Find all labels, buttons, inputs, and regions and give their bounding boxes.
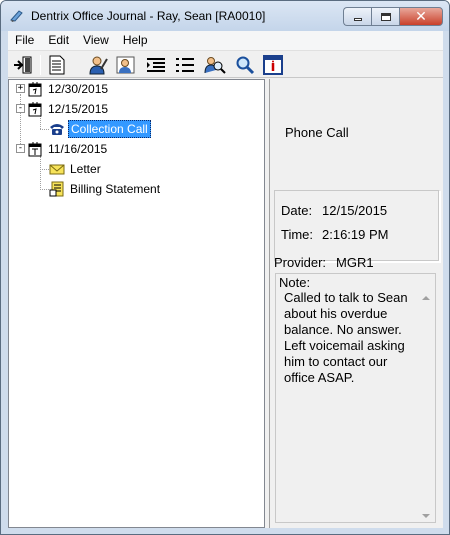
phone-icon <box>50 124 64 135</box>
document-icon <box>49 55 65 75</box>
outdent-list-button[interactable] <box>174 54 196 76</box>
find-person-button[interactable] <box>204 54 226 76</box>
person-edit-icon <box>89 56 108 75</box>
find-person-icon <box>204 57 226 74</box>
tree-connector <box>40 156 41 190</box>
statement-icon <box>49 181 64 197</box>
tree-node-date[interactable]: 12/15/2015 <box>27 100 110 118</box>
menu-view[interactable]: View <box>76 31 116 51</box>
close-icon: ✕ <box>415 8 427 25</box>
toolbar <box>8 52 443 78</box>
collapse-icon[interactable]: - <box>16 144 25 153</box>
maximize-icon <box>380 12 391 21</box>
tree-node-date[interactable]: 11/16/2015 <box>27 140 109 158</box>
tree-node-label: Letter <box>70 162 101 176</box>
tree-connector <box>40 129 49 130</box>
person-note-icon <box>116 56 135 74</box>
tree-node-label: 12/15/2015 <box>48 102 109 116</box>
tree-connector <box>40 189 49 190</box>
indent-list-button[interactable] <box>145 54 167 76</box>
time-value: 2:16:19 PM <box>322 227 389 242</box>
note-text[interactable]: Called to talk to Sean about his overdue… <box>284 290 418 386</box>
outdent-list-icon <box>176 58 194 72</box>
date-value: 12/15/2015 <box>322 203 388 218</box>
window-title: Dentrix Office Journal - Ray, Sean [RA00… <box>31 9 266 23</box>
note-label: Note: <box>279 275 311 290</box>
date-label: Date: <box>281 203 313 218</box>
provider-value: MGR1 <box>336 255 374 270</box>
detail-pane: Phone Call Date: 12/15/2015 Time: 2:16:1… <box>269 79 443 528</box>
menu-file[interactable]: File <box>8 31 41 51</box>
app-icon <box>10 10 23 22</box>
indent-list-icon <box>147 58 165 72</box>
close-button[interactable]: ✕ <box>399 7 443 26</box>
datetime-group: Date: 12/15/2015 Time: 2:16:19 PM <box>274 190 440 262</box>
person-edit-button[interactable] <box>87 54 109 76</box>
tree-node-collection-call[interactable]: Collection Call <box>49 120 151 138</box>
calendar-icon <box>28 102 42 117</box>
envelope-icon <box>49 164 65 175</box>
search-button[interactable] <box>234 54 256 76</box>
exit-button[interactable] <box>12 54 34 76</box>
tree-node-billing-statement[interactable]: Billing Statement <box>49 180 162 198</box>
note-box: Note: Called to talk to Sean about his o… <box>275 273 436 523</box>
tree-node-label: Collection Call <box>68 120 151 138</box>
info-icon <box>263 55 283 75</box>
menu-help[interactable]: Help <box>116 31 155 51</box>
minimize-icon <box>353 18 362 21</box>
collapse-icon[interactable]: - <box>16 104 25 113</box>
menu-bar: File Edit View Help <box>8 31 443 51</box>
journal-tree[interactable]: 12/30/2015 + 12/15/2015 - Collection Cal… <box>8 79 265 528</box>
document-button[interactable] <box>46 54 68 76</box>
search-icon <box>236 56 255 75</box>
maximize-button[interactable] <box>371 7 399 26</box>
tree-node-letter[interactable]: Letter <box>49 160 103 178</box>
tree-node-label: Billing Statement <box>70 182 161 196</box>
tree-node-label: 11/16/2015 <box>48 142 108 156</box>
title-bar[interactable]: Dentrix Office Journal - Ray, Sean [RA00… <box>1 1 449 31</box>
menu-edit[interactable]: Edit <box>41 31 76 51</box>
provider-label: Provider: <box>274 255 327 270</box>
scroll-up-icon[interactable] <box>422 296 430 300</box>
expand-icon[interactable]: + <box>16 84 25 93</box>
note-scrollbar[interactable] <box>418 288 435 522</box>
toolbar-separator <box>40 55 41 75</box>
client-area: File Edit View Help 12/30/2015 + 12/15/2… <box>8 31 443 528</box>
tree-node-date[interactable]: 12/30/2015 <box>27 80 110 98</box>
exit-icon <box>14 56 32 74</box>
entry-type: Phone Call <box>285 125 349 140</box>
time-label: Time: <box>281 227 314 242</box>
minimize-button[interactable] <box>343 7 371 26</box>
calendar-icon <box>28 82 42 97</box>
info-button[interactable] <box>262 54 284 76</box>
calendar-icon <box>28 142 42 157</box>
tree-node-label: 12/30/2015 <box>48 82 109 96</box>
office-journal-window: Dentrix Office Journal - Ray, Sean [RA00… <box>0 0 450 535</box>
tree-connector <box>40 169 49 170</box>
person-note-button[interactable] <box>115 54 137 76</box>
scroll-down-icon[interactable] <box>422 514 430 518</box>
